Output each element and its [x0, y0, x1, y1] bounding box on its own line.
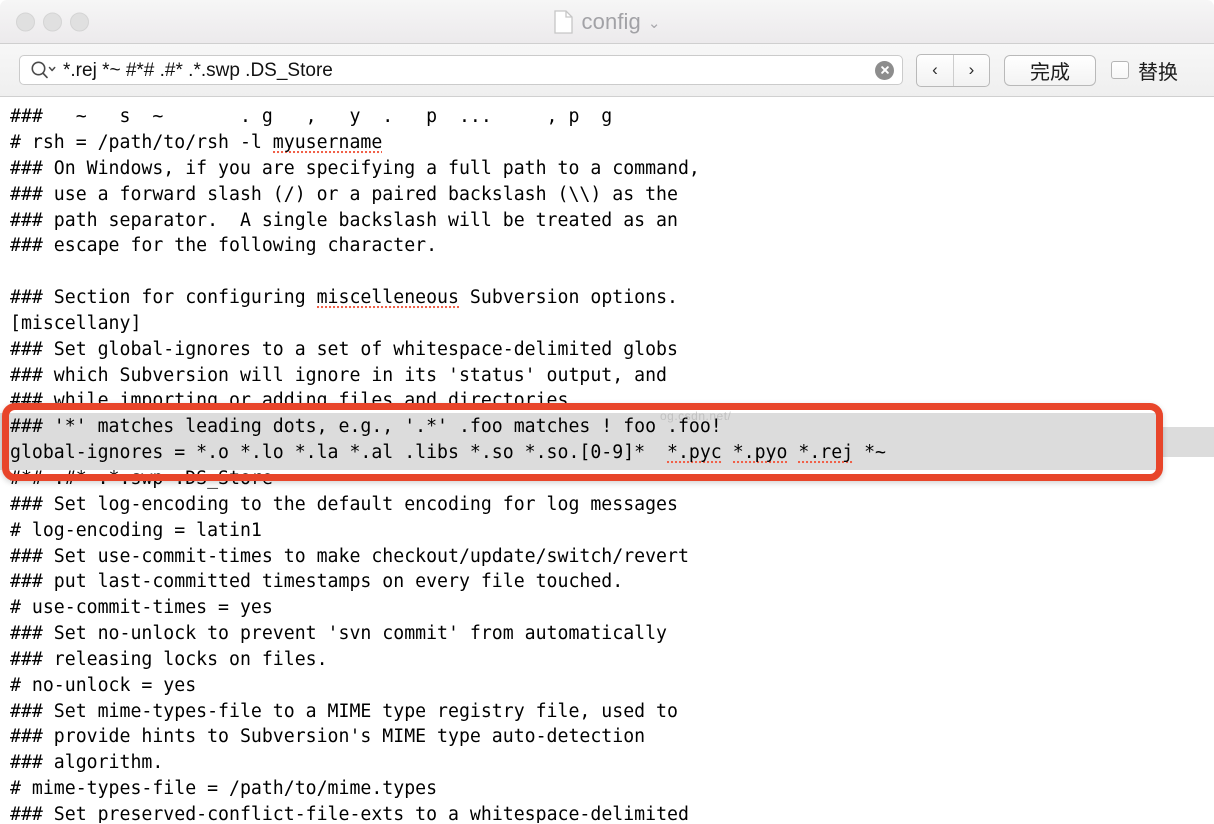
- replace-checkbox[interactable]: [1111, 61, 1129, 79]
- document-icon: [553, 9, 573, 34]
- window-title: config: [581, 8, 641, 34]
- done-button[interactable]: 完成: [1004, 54, 1096, 86]
- selection-highlight-right: [1163, 427, 1214, 457]
- close-button[interactable]: [16, 12, 35, 31]
- search-icon[interactable]: [30, 61, 56, 79]
- minimize-button[interactable]: [43, 12, 62, 31]
- replace-toggle-group: 替换: [1111, 56, 1178, 85]
- window-title-group: config ⌄: [0, 0, 1214, 43]
- find-next-button[interactable]: ›: [953, 54, 989, 86]
- text-editor-area[interactable]: og.csdn.net/ ### ~ s ~ . g , y . p ... ,…: [0, 97, 1214, 823]
- find-previous-button[interactable]: ‹: [917, 55, 953, 86]
- find-bar: *.rej *~ #*# .#* .*.swp .DS_Store ‹ › 完成…: [0, 44, 1214, 97]
- replace-label: 替换: [1138, 61, 1178, 84]
- text-editor-window: config ⌄ *.rej *~ #*# .#* .*.swp .DS_Sto…: [0, 0, 1214, 824]
- traffic-light-buttons: [16, 12, 89, 31]
- window-titlebar: config ⌄: [0, 0, 1214, 44]
- search-input[interactable]: *.rej *~ #*# .#* .*.swp .DS_Store: [63, 61, 875, 80]
- find-navigation-group: ‹ ›: [916, 53, 990, 87]
- clear-search-icon[interactable]: [875, 60, 894, 80]
- title-chevron-down-icon[interactable]: ⌄: [648, 14, 661, 32]
- search-field[interactable]: *.rej *~ #*# .#* .*.swp .DS_Store: [19, 55, 903, 85]
- code-content[interactable]: ### ~ s ~ . g , y . p ... , p g # rsh = /…: [10, 104, 886, 823]
- zoom-button[interactable]: [70, 12, 89, 31]
